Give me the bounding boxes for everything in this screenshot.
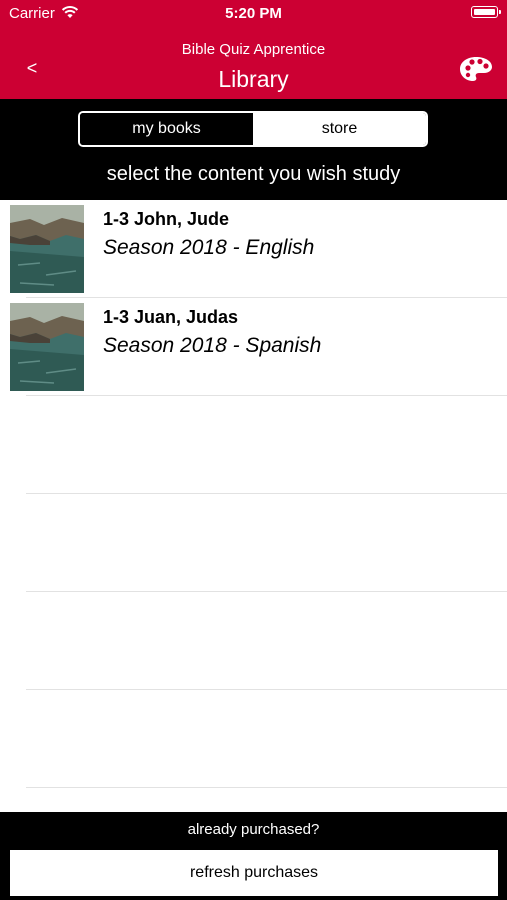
row-separator — [26, 395, 507, 396]
battery-icon — [471, 6, 501, 18]
tab-store[interactable]: store — [253, 113, 426, 145]
footer-bar: already purchased? refresh purchases — [0, 812, 507, 900]
book-thumbnail — [10, 205, 84, 293]
book-list: 1-3 John, Jude Season 2018 - English 1-3… — [0, 200, 507, 812]
list-item[interactable]: 1-3 Juan, Judas Season 2018 - Spanish — [0, 298, 507, 396]
book-title: 1-3 Juan, Judas — [103, 307, 239, 327]
palette-icon[interactable] — [459, 56, 493, 82]
app-subtitle: Bible Quiz Apprentice — [181, 41, 326, 58]
nav-header: Carrier 5:20 PM < Bible Quiz Apprentice … — [0, 0, 507, 99]
purchased-label: already purchased? — [187, 821, 320, 838]
page-title: Library — [218, 66, 289, 92]
book-subtitle: Season 2018 - Spanish — [103, 334, 322, 357]
segmented-control: my books store — [78, 111, 428, 147]
status-bar: Carrier 5:20 PM — [0, 0, 507, 28]
row-separator — [26, 493, 507, 494]
clock: 5:20 PM — [225, 5, 282, 22]
list-item[interactable]: 1-3 John, Jude Season 2018 - English — [0, 200, 507, 298]
instruction-text: select the content you wish study — [106, 163, 401, 185]
row-separator — [26, 787, 507, 788]
row-separator — [26, 689, 507, 690]
book-subtitle: Season 2018 - English — [103, 236, 315, 259]
book-thumbnail — [10, 303, 84, 391]
tab-my-books[interactable]: my books — [80, 113, 253, 145]
book-title: 1-3 John, Jude — [103, 209, 230, 229]
row-separator — [26, 591, 507, 592]
refresh-purchases-button[interactable]: refresh purchases — [10, 850, 498, 896]
